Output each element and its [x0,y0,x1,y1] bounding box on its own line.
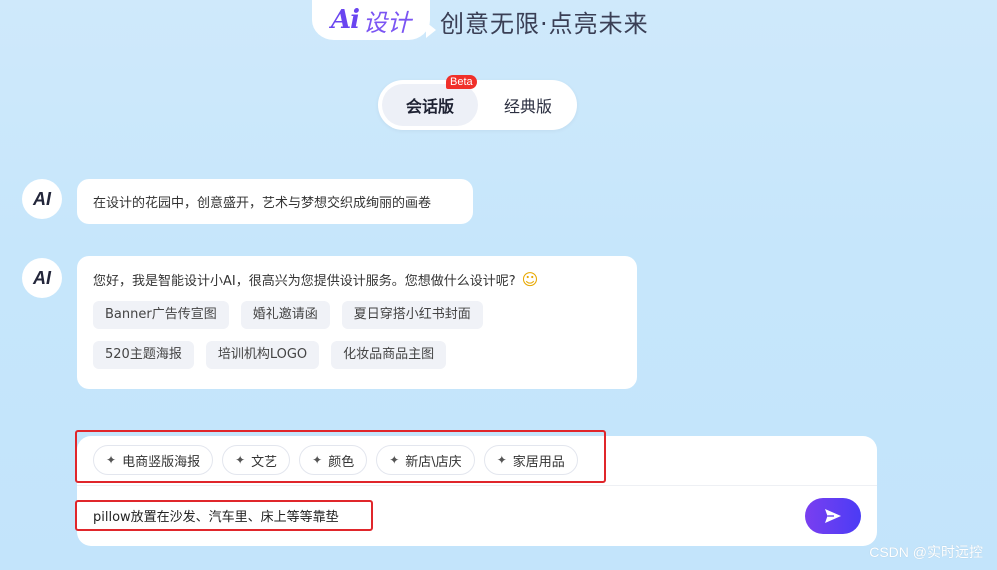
highlight-box [75,430,606,483]
suggestion-chip[interactable]: Banner广告传宣图 [93,301,229,329]
ai-avatar-label: AI [33,267,51,288]
smile-emoji-icon: ☺ [521,270,539,289]
ai-avatar-label: AI [33,188,51,209]
suggestion-chip[interactable]: 化妆品商品主图 [331,341,447,369]
suggestion-row: Banner广告传宣图 婚礼邀请函 夏日穿搭小红书封面 [93,301,621,329]
tab-chat-mode[interactable]: 会话版 [382,84,478,126]
mode-switch: 会话版 Beta 经典版 [378,75,577,130]
send-button[interactable] [805,498,861,534]
message-text: 在设计的花园中，创意盛开，艺术与梦想交织成绚丽的画卷 [93,196,432,211]
suggestion-chip[interactable]: 培训机构LOGO [205,341,320,369]
message-text: 您好，我是智能设计小AI，很高兴为您提供设计服务。您想做什么设计呢? [93,274,516,289]
ai-avatar: AI [22,179,62,219]
watermark: CSDN @实时远控 [869,544,983,560]
slogan: 创意无限·点亮未来 [440,10,649,38]
suggestion-row: 520主题海报 培训机构LOGO 化妆品商品主图 [93,341,621,369]
logo-mark: Ai [330,5,360,35]
logo[interactable]: Ai 设计 [312,0,436,40]
message-bubble: 在设计的花园中，创意盛开，艺术与梦想交织成绚丽的画卷 [77,179,473,224]
suggestion-chip[interactable]: 520主题海报 [93,341,194,369]
divider [77,485,877,486]
highlight-box [75,500,373,531]
ai-avatar: AI [22,258,62,298]
tab-chat-mode-label: 会话版 [405,97,454,116]
suggestion-chip[interactable]: 夏日穿搭小红书封面 [341,301,483,329]
logo-text: 设计 [363,8,412,37]
message-bubble: 您好，我是智能设计小AI，很高兴为您提供设计服务。您想做什么设计呢? ☺ Ban… [77,256,637,389]
tab-classic-mode[interactable]: 经典版 [482,84,574,126]
send-icon [825,509,841,523]
tab-classic-mode-label: 经典版 [503,97,552,116]
suggestion-chip[interactable]: 婚礼邀请函 [240,301,330,329]
beta-badge: Beta [446,75,477,89]
